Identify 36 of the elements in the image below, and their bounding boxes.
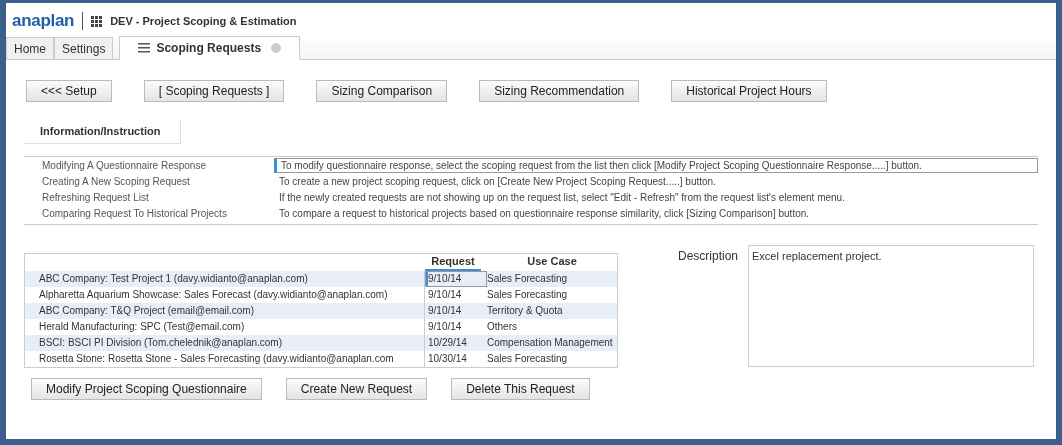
action-button[interactable]: Modify Project Scoping Questionnaire (31, 378, 262, 400)
request-name[interactable]: ABC Company: Test Project 1 (davy.widianto@anaplan.com) (25, 271, 425, 287)
instruction-text[interactable]: To create a new project scoping request, click on [Create New Project Scoping Request.....] button. (274, 174, 1038, 189)
action-button[interactable]: Create New Request (285, 378, 428, 400)
model-title: DEV - Project Scoping & Estimation (110, 15, 297, 27)
nav-button[interactable]: Historical Project Hours (671, 80, 827, 102)
description-field[interactable]: Excel replacement project. (748, 245, 1035, 367)
tab[interactable]: Home (6, 37, 54, 59)
instruction-topic: Creating A New Scoping Request (42, 175, 191, 189)
nav-button[interactable]: Sizing Recommendation (479, 80, 640, 102)
instruction-text[interactable]: To modify questionnaire response, select the scoping request from the list then click [Modify Project Scoping Questionnaire Response.....] button. (274, 158, 1038, 173)
table-cell[interactable]: 9/10/14 (425, 303, 487, 319)
instruction-topic: Comparing Request To Historical Projects (42, 207, 228, 221)
nav-button[interactable]: <<< Setup (26, 80, 112, 102)
menu-icon[interactable] (138, 43, 151, 53)
request-name[interactable]: BSCI: BSCI PI Division (Tom.chelednik@anaplan.com) (25, 335, 425, 351)
tab[interactable]: Scoping Requests (119, 36, 301, 60)
instruction-topic: Modifying A Questionnaire Response (42, 159, 207, 173)
instruction-topic: Refreshing Request List (42, 191, 150, 205)
instruction-text[interactable]: If the newly created requests are not showing up on the request list, select "Edit - Refresh" from the request list's element menu. (274, 190, 1038, 205)
action-button[interactable]: Delete This Request (451, 378, 590, 400)
table-cell[interactable]: 10/29/14 (425, 335, 487, 351)
description-label: Description (678, 248, 739, 265)
table-cell[interactable]: Compensation Management (487, 335, 617, 351)
grid-icon[interactable] (91, 15, 103, 27)
instruction-text[interactable]: To compare a request to historical projects based on questionnaire response similarity, click [Sizing Comparison] button. (274, 206, 1038, 221)
table-cell[interactable]: Territory & Quota (487, 303, 617, 319)
request-name[interactable]: ABC Company: T&Q Project (email@email.com) (25, 303, 425, 319)
section-tab[interactable]: Information/Instruction (24, 120, 181, 144)
tab[interactable]: Settings (54, 37, 114, 59)
logo: anaplan (12, 12, 84, 30)
table-cell[interactable]: 9/10/14 (425, 271, 487, 287)
nav-button[interactable]: [ Scoping Requests ] (143, 80, 285, 102)
column-header: Use Case (526, 254, 578, 269)
nav-button[interactable]: Sizing Comparison (316, 80, 448, 102)
table-cell[interactable]: Sales Forecasting (487, 271, 617, 287)
